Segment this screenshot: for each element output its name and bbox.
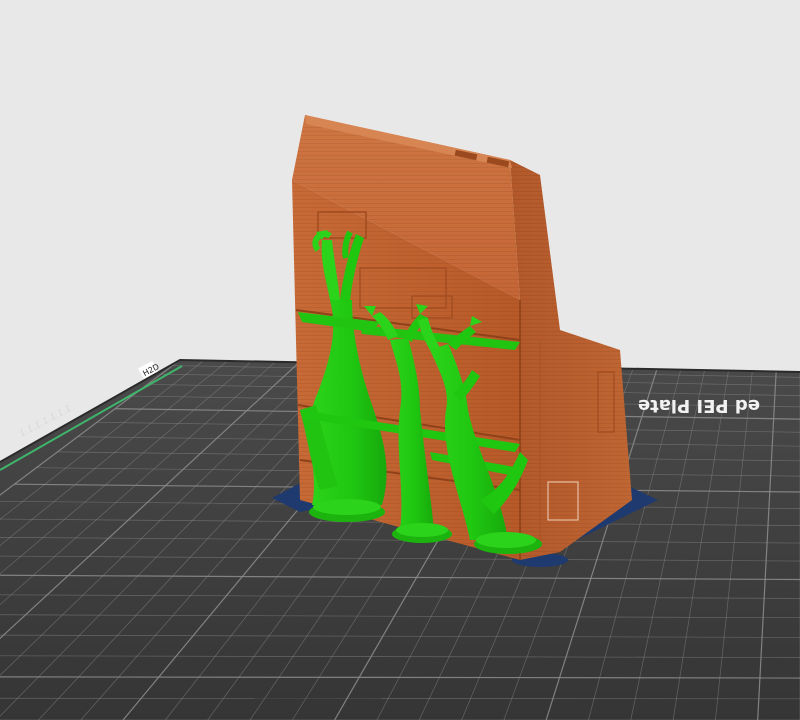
scene-canvas[interactable]: H2D 1.1.1.1.1.1.1 ed PEI Plate	[0, 0, 800, 720]
plate-label: ed PEI Plate	[638, 395, 760, 416]
3d-viewport[interactable]: H2D 1.1.1.1.1.1.1 ed PEI Plate	[0, 0, 800, 720]
